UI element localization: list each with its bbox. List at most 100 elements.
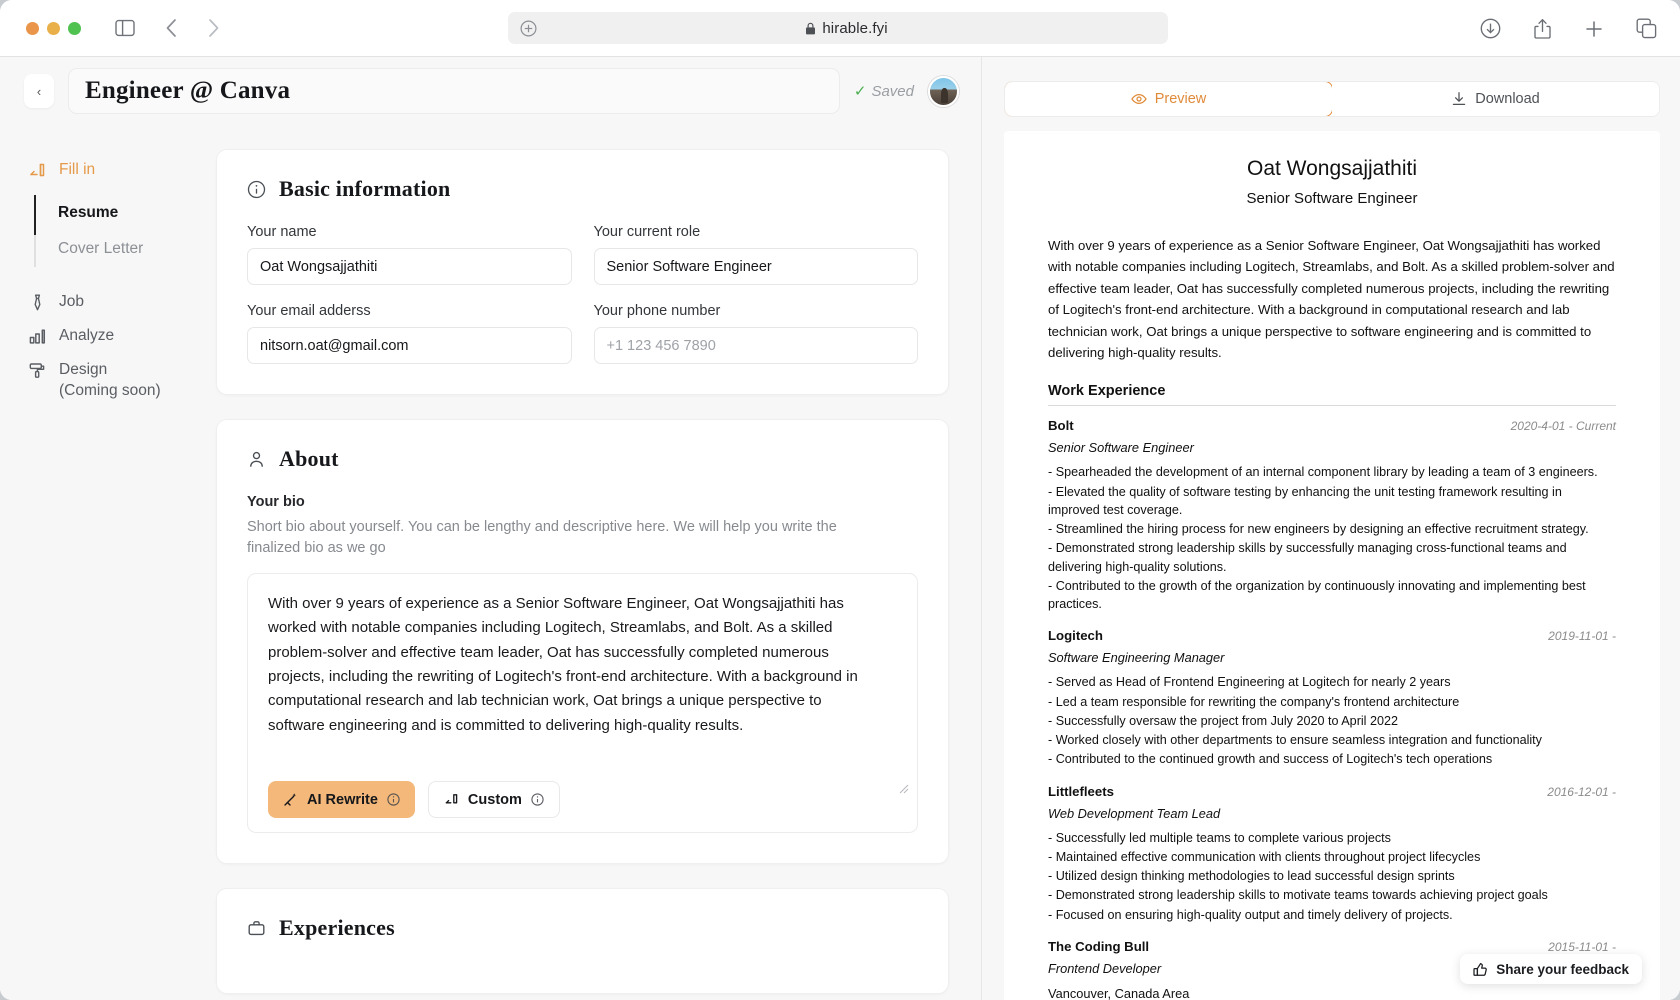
url-text: hirable.fyi [822, 19, 888, 37]
share-icon[interactable] [1526, 14, 1558, 44]
download-circle-icon[interactable] [1474, 14, 1506, 44]
button-label: Custom [467, 791, 522, 808]
resize-handle[interactable] [899, 784, 909, 794]
magic-wand-icon [283, 792, 298, 807]
resume-bullet: - Demonstrated strong leadership skills … [1048, 888, 1548, 903]
document-title-input[interactable]: Engineer @ Canva [68, 68, 840, 114]
bio-textarea[interactable]: With over 9 years of experience as a Sen… [247, 573, 918, 834]
thumbs-up-icon [1473, 962, 1488, 977]
sidebar-item-fill-in[interactable]: Fill in [20, 153, 208, 187]
sidebar-nav: Fill in Resume Cover Letter Job Analyze … [0, 125, 208, 1000]
sidebar-item-analyze[interactable]: Analyze [20, 319, 208, 353]
resume-bullet: - Successfully led multiple teams to com… [1048, 830, 1391, 845]
download-icon [1451, 91, 1467, 107]
info-icon[interactable] [387, 793, 400, 806]
resume-bullet: - Demonstrated strong leadership skills … [1048, 541, 1567, 574]
field-email: Your email adderss nitsorn.oat@gmail.com [247, 303, 572, 364]
role-input[interactable]: Senior Software Engineer [593, 248, 918, 285]
field-current-role: Your current role Senior Software Engine… [593, 224, 918, 285]
document-title-text: Engineer @ Canva [85, 77, 291, 104]
resume-bullet: - Worked closely with other departments … [1048, 733, 1542, 747]
maximize-window-button[interactable] [68, 21, 81, 35]
browser-toolbar-actions [1474, 0, 1662, 57]
section-title: About [279, 446, 339, 471]
saved-label: Saved [871, 82, 914, 100]
sidebar-item-label: Fill in [59, 161, 96, 178]
page-title: Basic information [279, 176, 451, 201]
field-label: Your name [247, 224, 317, 240]
resume-job-entry: Logitech 2019-11-01 - Software Engineeri… [1048, 628, 1616, 768]
bio-text: With over 9 years of experience as a Sen… [268, 595, 858, 734]
form-column: Basic information Your name Oat Wongsajj… [208, 125, 981, 1000]
phone-input[interactable]: +1 123 456 7890 [593, 327, 918, 364]
sidebar-item-design[interactable]: Design (Coming soon) [20, 353, 208, 408]
preview-pane: Preview Download Oat Wongsajjathiti Seni… [982, 57, 1680, 1000]
resume-bullet: - Contributed to the growth of the organ… [1048, 578, 1586, 611]
resume-bullet: - Streamlined the hiring process for new… [1048, 522, 1589, 536]
card-header: About [247, 446, 918, 472]
resume-job-header: Logitech 2019-11-01 - [1048, 628, 1616, 643]
lock-icon [805, 22, 816, 35]
bio-helper-text: Short bio about yourself. You can be len… [247, 519, 837, 557]
browser-window: hirable.fyi ‹ Engineer @ Canva ✓ Saved F… [0, 0, 1680, 1000]
minimize-window-button[interactable] [47, 21, 60, 35]
resume-job-title: Web Development Team Lead [1048, 805, 1221, 821]
paint-roller-icon [28, 361, 47, 380]
tab-preview[interactable]: Preview [1005, 82, 1333, 116]
resume-summary: With over 9 years of experience as a Sen… [1048, 238, 1615, 360]
info-icon[interactable] [531, 793, 544, 806]
about-card: About Your bio Short bio about yourself.… [216, 419, 949, 865]
resume-company: Bolt [1048, 418, 1074, 434]
resume-bullet: - Maintained effective communication wit… [1048, 849, 1481, 864]
field-label: Your current role [593, 224, 701, 240]
experiences-card: Experiences [216, 888, 949, 995]
resume-job-entry: Littlefleets 2016-12-01 - Web Developmen… [1048, 784, 1616, 924]
button-label: Share your feedback [1496, 961, 1629, 977]
resume-job-date: 2015-11-01 - [1548, 939, 1616, 954]
resume-job-plain-lines: Vancouver, Canada Area Any place with in… [1048, 984, 1616, 1000]
address-bar[interactable]: hirable.fyi [508, 12, 1168, 44]
sidebar-item-label: Job [59, 293, 84, 311]
resume-bullet: - Successfully oversaw the project from … [1048, 713, 1398, 728]
resume-job-bullets: - Successfully led multiple teams to com… [1048, 829, 1616, 924]
editor-back-button[interactable]: ‹ [24, 74, 54, 108]
resume-job-header: The Coding Bull 2015-11-01 - [1048, 939, 1616, 954]
tab-download[interactable]: Download [1332, 82, 1659, 116]
back-arrow-icon[interactable] [155, 13, 187, 43]
editor-pane: ‹ Engineer @ Canva ✓ Saved Fill in Resum… [0, 57, 982, 1000]
sidebar-item-resume[interactable]: Resume [36, 195, 208, 231]
sidebar-toggle-icon[interactable] [109, 13, 141, 43]
ai-rewrite-button[interactable]: AI Rewrite [268, 781, 415, 819]
resume-company: The Coding Bull [1048, 938, 1150, 954]
avatar[interactable] [928, 75, 959, 107]
resume-role: Senior Software Engineer [1246, 190, 1418, 207]
card-header: Basic information [247, 176, 918, 202]
browser-nav-arrows[interactable] [155, 13, 229, 43]
plus-icon[interactable] [1578, 14, 1610, 44]
resume-plain-line: Vancouver, Canada Area [1048, 985, 1190, 1000]
check-icon: ✓ [853, 83, 867, 100]
add-circle-icon[interactable] [520, 19, 537, 37]
resume-job-title: Software Engineering Manager [1048, 650, 1225, 666]
button-label: AI Rewrite [307, 791, 378, 808]
tab-label: Download [1475, 91, 1540, 107]
share-feedback-button[interactable]: Share your feedback [1460, 954, 1642, 984]
sidebar-item-cover-letter[interactable]: Cover Letter [36, 231, 208, 267]
resume-job-title: Senior Software Engineer [1048, 440, 1194, 456]
custom-button[interactable]: Custom [427, 781, 560, 819]
sidebar-item-job[interactable]: Job [20, 285, 208, 319]
resume-job-date: 2020-4-01 - Current [1510, 419, 1616, 434]
tab-overview-icon[interactable] [1630, 14, 1662, 44]
field-label: Your email adderss [247, 303, 371, 319]
resume-bullet: - Focused on ensuring high-quality outpu… [1048, 907, 1453, 922]
resume-company: Littlefleets [1048, 783, 1114, 799]
window-traffic-lights[interactable] [26, 21, 81, 35]
bio-actions: AI Rewrite Custom [268, 759, 897, 819]
eye-icon [1130, 91, 1147, 107]
close-window-button[interactable] [26, 21, 39, 35]
resume-bullet: - Served as Head of Frontend Engineering… [1048, 675, 1451, 690]
forward-arrow-icon[interactable] [197, 13, 229, 43]
email-input[interactable]: nitsorn.oat@gmail.com [247, 327, 572, 364]
name-input[interactable]: Oat Wongsajjathiti [247, 248, 572, 285]
bar-chart-icon [28, 327, 47, 346]
